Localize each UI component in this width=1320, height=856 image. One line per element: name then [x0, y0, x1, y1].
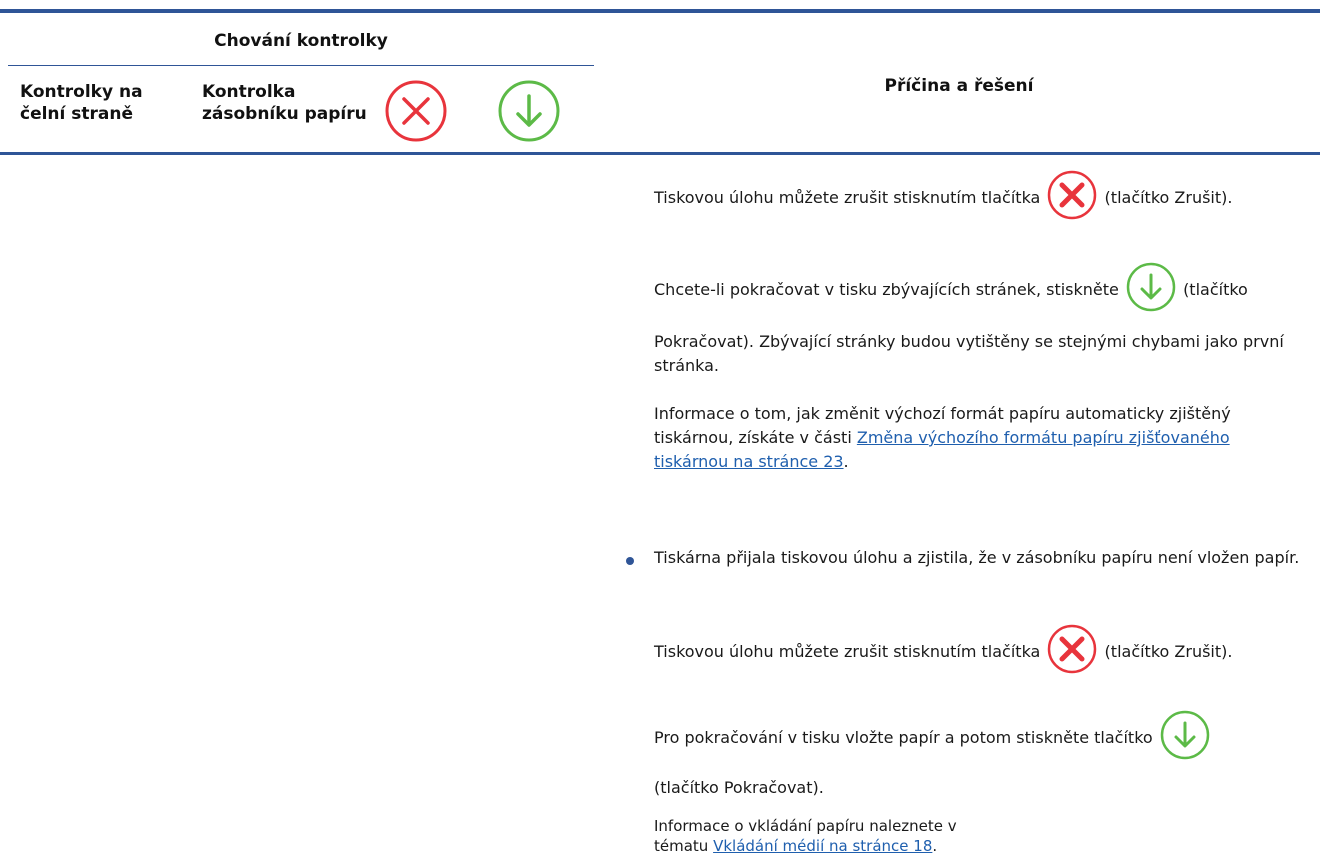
resume-instruction-continued: Pokračovat). Zbývající stránky budou vyt…	[654, 332, 1284, 375]
load-paper-info: Informace o vkládání papíru naleznete v …	[654, 816, 994, 856]
group-header-underline	[8, 65, 594, 66]
cancel-instruction-1: Tiskovou úlohu můžete zrušit stisknutím …	[654, 170, 1304, 227]
bullet-marker	[626, 557, 634, 565]
col-cause-header: Příčina a řešení	[884, 76, 1034, 96]
cancel-instruction-1-text: Tiskovou úlohu můžete zrušit stisknutím …	[654, 188, 1041, 207]
cancel-icon	[384, 79, 448, 147]
resume-icon	[1160, 710, 1210, 767]
cancel-icon	[1047, 170, 1097, 227]
paper-size-info-end: .	[843, 452, 849, 471]
col-front-lights-header: Kontrolky na čelní straně	[20, 82, 143, 124]
resume-icon	[497, 79, 561, 147]
resume-instruction: Chcete-li pokračovat v tisku zbývajících…	[654, 262, 1304, 319]
table-header-rule	[0, 152, 1320, 155]
paper-size-info: Informace o tom, jak změnit výchozí form…	[654, 402, 1304, 474]
load-media-link[interactable]: Vkládání médií na stránce 18	[713, 837, 932, 855]
resume-instruction-suffix: (tlačítko	[1183, 280, 1248, 299]
resume-icon	[1126, 262, 1176, 319]
cancel-instruction-2-text: Tiskovou úlohu můžete zrušit stisknutím …	[654, 642, 1041, 661]
cancel-instruction-2: Tiskovou úlohu můžete zrušit stisknutím …	[654, 624, 1304, 681]
group-heading: Chování kontrolky	[214, 31, 388, 51]
load-and-resume-instruction: Pro pokračování v tisku vložte papír a p…	[654, 710, 1304, 767]
cancel-icon	[1047, 624, 1097, 681]
load-paper-info-end: .	[932, 837, 938, 855]
table-top-rule	[0, 9, 1320, 13]
cancel-instruction-2-suffix: (tlačítko Zrušit).	[1104, 642, 1233, 661]
bullet-text: Tiskárna přijala tiskovou úlohu a zjisti…	[654, 548, 1300, 567]
load-and-resume-text: Pro pokračování v tisku vložte papír a p…	[654, 728, 1153, 747]
resume-instruction-text: Chcete-li pokračovat v tisku zbývajících…	[654, 280, 1119, 299]
cancel-instruction-1-suffix: (tlačítko Zrušit).	[1104, 188, 1233, 207]
load-and-resume-continued: (tlačítko Pokračovat).	[654, 778, 824, 797]
col-tray-light-header: Kontrolka zásobníku papíru	[202, 82, 367, 124]
